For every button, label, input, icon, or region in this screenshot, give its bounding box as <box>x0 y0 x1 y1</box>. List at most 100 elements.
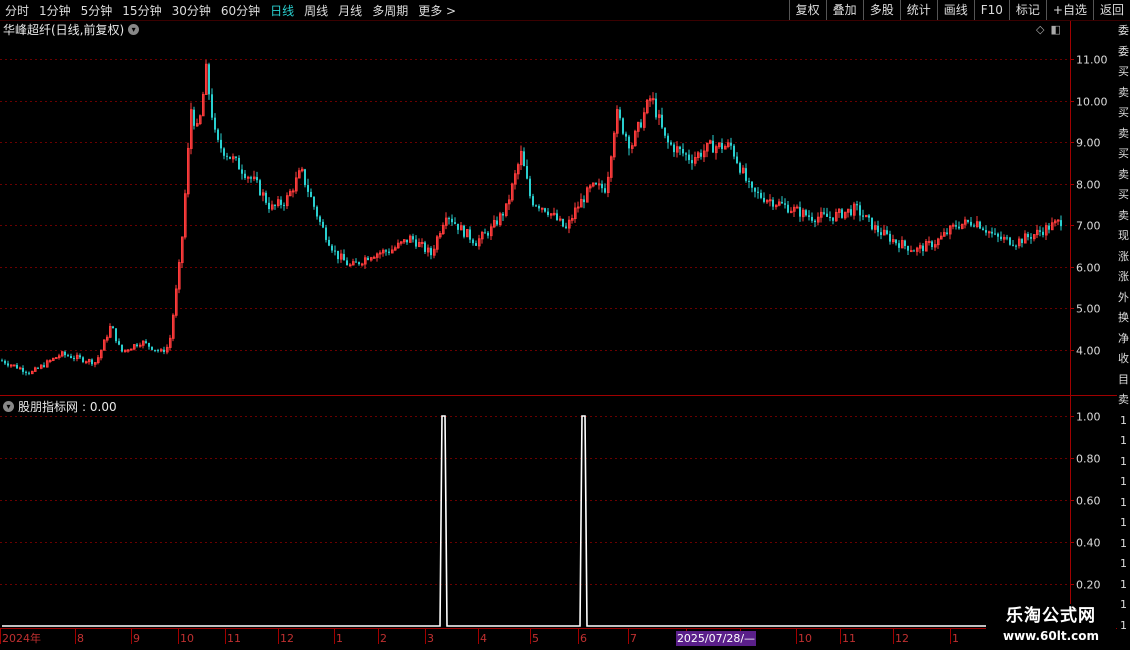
action-button[interactable]: +自选 <box>1045 0 1093 20</box>
candle-body <box>535 205 537 207</box>
candle-body <box>265 192 267 203</box>
candle-body <box>121 344 123 352</box>
candle-body <box>688 154 690 161</box>
y-tick-label: 9.00 <box>1076 137 1101 150</box>
toolbar: 分时 1分钟 5分钟 15分钟 30分钟 60分钟 日线 周线 月线 多周期 更多 > 复权 叠加 多股… <box>0 0 1130 21</box>
candle-body <box>682 148 684 154</box>
chart-canvas[interactable]: 11.00 10.00 9.00 8.00 7.00 6.00 5.00 4.00 1.00 0.… <box>0 0 1130 650</box>
candle-body <box>880 232 882 235</box>
period-tab[interactable]: 更多 > <box>413 2 461 19</box>
candle-body <box>343 254 345 261</box>
quote-label: 1 <box>1120 454 1127 468</box>
crosshair-date-label: 2025/07/28/— <box>676 631 756 646</box>
candle-body <box>814 220 816 223</box>
action-buttons: 复权 叠加 多股 统计 画线 F10 标记 +自选 返回 <box>788 0 1130 20</box>
x-tick-label: 3 <box>427 632 434 645</box>
candle-body <box>529 178 531 197</box>
candle-body <box>532 196 534 206</box>
candle-body <box>280 199 282 205</box>
candle-body <box>82 357 84 363</box>
action-button[interactable]: 多股 <box>862 0 900 20</box>
candle-body <box>1027 233 1029 238</box>
action-button[interactable]: 标记 <box>1008 0 1046 20</box>
candle-body <box>496 220 498 225</box>
period-tab[interactable]: 分时 <box>0 2 34 19</box>
watermark-title: 乐淘公式网 <box>1006 606 1096 626</box>
candle-body <box>1000 236 1002 240</box>
chevron-down-icon[interactable]: ▾ <box>3 401 14 412</box>
diamond-icon[interactable]: ◇ <box>1036 23 1044 36</box>
action-button[interactable]: 统计 <box>899 0 937 20</box>
candle-body <box>55 357 58 360</box>
period-tab[interactable]: 15分钟 <box>117 2 166 19</box>
stock-title[interactable]: 华峰超纤(日线,前复权) ▾ <box>3 21 140 38</box>
action-button[interactable]: 复权 <box>788 0 826 20</box>
candle-body <box>310 191 312 197</box>
candle-body <box>625 133 627 137</box>
x-tick-label: 10 <box>798 632 812 645</box>
y-tick-label: 0.40 <box>1076 537 1101 550</box>
candle-body <box>547 211 549 216</box>
candle-body <box>247 176 250 179</box>
period-tab[interactable]: 多周期 <box>367 2 413 19</box>
period-tab[interactable]: 日线 <box>265 2 299 19</box>
candle-body <box>235 156 237 158</box>
period-tab[interactable]: 周线 <box>299 2 333 19</box>
indicator-line <box>2 415 1070 627</box>
candle-body <box>64 351 66 356</box>
candle-body <box>700 152 702 157</box>
candle-body <box>334 250 336 252</box>
candle-body <box>979 221 981 229</box>
quote-label: 1 <box>1120 536 1127 550</box>
quote-label: 1 <box>1120 557 1127 570</box>
y-tick-label: 1.00 <box>1076 411 1101 424</box>
quote-label: 1 <box>1120 598 1127 611</box>
quote-label: 卖 <box>1118 393 1129 406</box>
candle-body <box>406 239 408 243</box>
candle-body <box>214 117 216 130</box>
candle-body <box>970 221 972 226</box>
candle-body <box>982 228 984 231</box>
chevron-down-icon[interactable]: ▾ <box>128 24 140 35</box>
candle-body <box>832 217 834 221</box>
candle-body <box>424 242 426 252</box>
action-button[interactable]: 返回 <box>1092 0 1130 20</box>
candle-body <box>163 349 165 352</box>
indicator-title[interactable]: ▾ 股朋指标网 : 0.00 <box>3 398 117 415</box>
period-tab[interactable]: 1分钟 <box>34 2 76 19</box>
candle-body <box>430 248 432 256</box>
candle-body <box>754 187 756 192</box>
candle-body <box>355 261 357 263</box>
candle-body <box>151 346 153 350</box>
action-button[interactable]: F10 <box>973 0 1009 20</box>
x-tick-label: 4 <box>480 632 487 645</box>
candle-body <box>139 344 142 347</box>
candle-body <box>772 199 774 207</box>
indicator-name: 股朋指标网 <box>18 400 79 414</box>
x-tick-label: 1 <box>336 632 343 645</box>
watermark: 乐淘公式网 www.60lt.com <box>986 604 1116 648</box>
candle-body <box>1 360 3 362</box>
period-tab[interactable]: 5分钟 <box>76 2 118 19</box>
candle-body <box>502 213 504 216</box>
window-toggle-icon[interactable]: ◧ <box>1050 23 1060 36</box>
candle-body <box>49 359 52 362</box>
quote-label: 买 <box>1118 106 1129 119</box>
candle-body <box>307 185 309 192</box>
candle-body <box>319 216 321 222</box>
x-tick-label: 8 <box>77 632 84 645</box>
action-button[interactable]: 叠加 <box>825 0 863 20</box>
period-tab[interactable]: 60分钟 <box>216 2 265 19</box>
period-tab[interactable]: 30分钟 <box>167 2 216 19</box>
candle-body <box>472 239 474 244</box>
candle-body <box>712 140 714 153</box>
candle-body <box>730 142 732 146</box>
candle-body <box>805 210 807 216</box>
candle-body <box>664 127 666 136</box>
candle-body <box>316 206 318 217</box>
period-tab[interactable]: 月线 <box>333 2 367 19</box>
candle-body <box>985 230 987 233</box>
candle-body <box>538 205 540 209</box>
action-button[interactable]: 画线 <box>936 0 974 20</box>
quote-label: 外 <box>1118 290 1129 304</box>
